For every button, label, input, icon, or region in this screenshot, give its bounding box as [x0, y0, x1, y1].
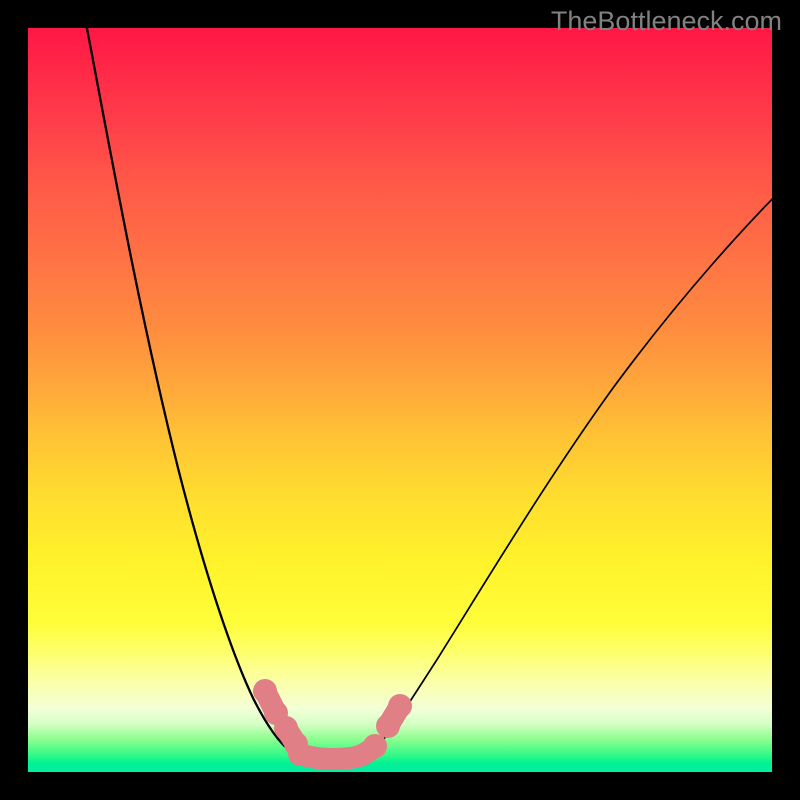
chart-frame: TheBottleneck.com: [0, 0, 800, 800]
bottleneck-curve-right: [376, 183, 772, 748]
bottleneck-curve-left: [85, 28, 313, 759]
marker-dot: [288, 742, 312, 766]
curve-layer: [28, 28, 772, 772]
marker-dot: [388, 694, 412, 718]
marker-dot: [363, 734, 387, 758]
marker-dot: [376, 714, 400, 738]
marker-group: [253, 679, 412, 766]
watermark: TheBottleneck.com: [551, 6, 782, 37]
plot-area: [28, 28, 772, 772]
marker-dot: [253, 679, 277, 703]
